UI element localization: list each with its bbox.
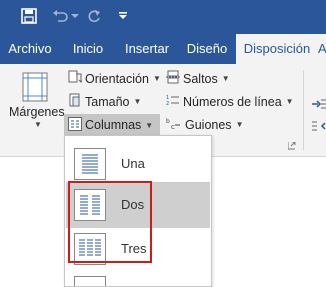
size-caret-icon: ▼ <box>133 97 142 106</box>
margins-button[interactable]: Márgenes <box>9 105 65 119</box>
redo-icon[interactable] <box>84 6 104 26</box>
highlight-annotation <box>68 181 152 263</box>
title-bar <box>0 0 326 34</box>
svg-text:b: b <box>166 118 170 125</box>
line-numbers-icon: 1 2 <box>166 93 180 110</box>
columns-label: Columnas <box>85 118 142 132</box>
orientation-label: Orientación <box>85 71 149 86</box>
tab-archivo[interactable]: Archivo <box>0 34 60 64</box>
size-label: Tamaño <box>85 94 130 109</box>
tab-inicio[interactable]: Inicio <box>60 34 116 64</box>
more-columns-icon <box>74 276 106 286</box>
svg-text:c: c <box>171 123 175 130</box>
dialog-launcher-icon[interactable] <box>287 141 296 152</box>
undo-icon[interactable] <box>50 6 70 26</box>
margins-caret-icon[interactable]: ▼ <box>30 120 42 129</box>
tab-partial[interactable]: Ap <box>318 34 326 66</box>
breaks-icon <box>166 70 180 87</box>
line-numbers-caret-icon: ▼ <box>285 97 294 106</box>
size-icon <box>68 93 82 110</box>
customize-icon[interactable] <box>116 6 130 26</box>
line-numbers-label: Números de línea <box>183 94 282 109</box>
orientation-icon <box>68 70 84 87</box>
ribbon-tabs: Archivo Inicio Insertar Diseño Disposici… <box>0 34 326 66</box>
hyphenation-caret-icon: ▼ <box>235 120 244 129</box>
columns-icon <box>68 116 82 134</box>
breaks-label: Saltos <box>183 71 218 86</box>
one-column-icon <box>74 148 106 180</box>
hyphenation-label: Guiones <box>185 117 232 132</box>
undo-dropdown-icon[interactable] <box>70 6 80 26</box>
size-button[interactable]: Tamaño ▼ <box>68 93 141 110</box>
hyphenation-icon: b c <box>166 116 182 133</box>
tab-diseno[interactable]: Diseño <box>178 34 236 64</box>
indent-right-icon[interactable] <box>312 118 326 136</box>
tab-insertar[interactable]: Insertar <box>116 34 178 64</box>
ribbon-group-separator <box>303 70 304 150</box>
columns-button[interactable]: Columnas ▼ <box>64 114 161 136</box>
save-icon[interactable] <box>18 6 40 26</box>
breaks-button[interactable]: Saltos ▼ <box>166 70 230 87</box>
orientation-caret-icon: ▼ <box>152 74 161 83</box>
tab-disposicion[interactable]: Disposición <box>236 34 318 66</box>
breaks-caret-icon: ▼ <box>221 74 230 83</box>
margins-icon[interactable] <box>22 72 48 107</box>
hyphenation-button[interactable]: b c Guiones ▼ <box>166 116 243 133</box>
svg-text:2: 2 <box>166 101 169 107</box>
orientation-button[interactable]: Orientación ▼ <box>68 70 161 87</box>
columns-caret-icon: ▼ <box>145 120 154 130</box>
indent-left-icon[interactable] <box>312 96 326 114</box>
margins-label: Márgenes <box>9 105 65 119</box>
line-numbers-button[interactable]: 1 2 Números de línea ▼ <box>166 93 294 110</box>
